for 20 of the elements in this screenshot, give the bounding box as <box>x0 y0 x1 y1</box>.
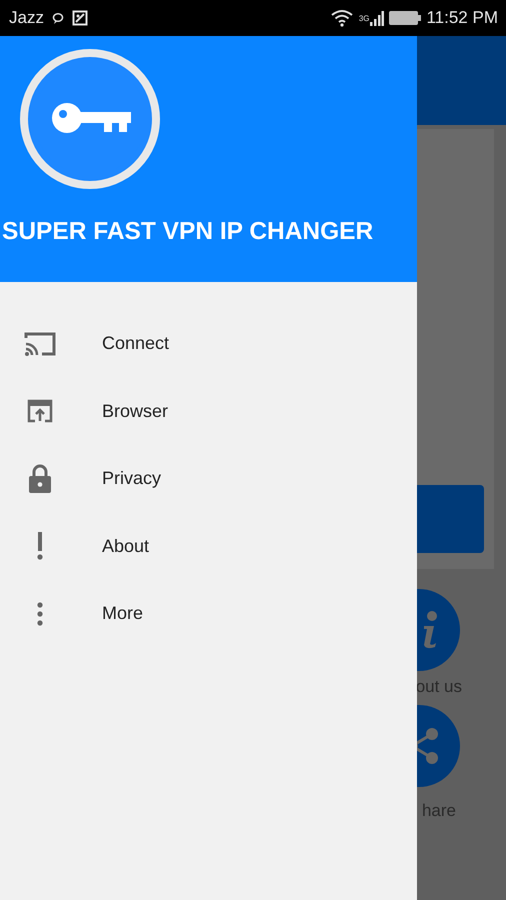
browser-upload-icon <box>27 399 53 424</box>
wifi-icon <box>330 9 354 27</box>
battery-icon <box>389 10 422 26</box>
menu-item[interactable]: Connect <box>0 310 417 378</box>
menu-item[interactable]: Privacy <box>0 445 417 512</box>
message-icon <box>52 12 64 24</box>
clock-time: 11:52 PM <box>426 8 498 28</box>
menu-item[interactable]: Browser <box>0 378 417 445</box>
menu-item[interactable]: About <box>0 512 417 580</box>
carrier-name: Jazz <box>9 8 44 28</box>
cast-icon <box>24 330 56 357</box>
key-logo-icon <box>19 48 161 190</box>
signal-icon <box>370 10 384 26</box>
exclamation-icon <box>37 532 43 560</box>
network-type: 3G <box>358 14 370 23</box>
lock-icon <box>28 464 52 494</box>
menu-item[interactable]: More <box>0 580 417 648</box>
image-icon <box>72 10 88 26</box>
more-icon <box>37 602 43 626</box>
app-title: SUPER FAST VPN IP CHANGER <box>2 218 374 246</box>
